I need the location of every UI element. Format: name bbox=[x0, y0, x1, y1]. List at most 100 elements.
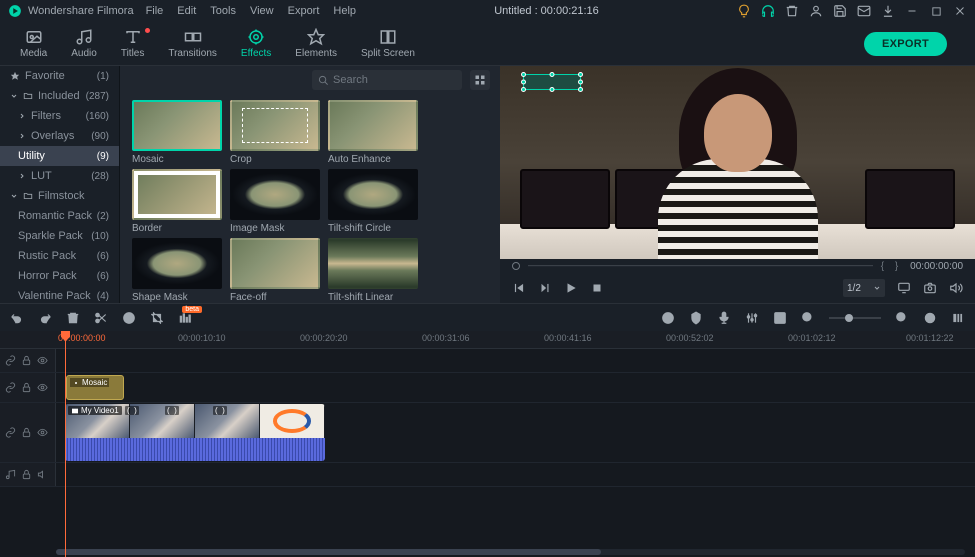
display-icon[interactable] bbox=[897, 281, 911, 295]
hint-icon[interactable] bbox=[737, 4, 751, 18]
menu-tools[interactable]: Tools bbox=[210, 5, 236, 17]
clip-video[interactable]: My Video1 ( )( )( ) bbox=[65, 404, 325, 461]
track-overlay-2[interactable] bbox=[0, 349, 975, 373]
play-in-icon[interactable] bbox=[538, 281, 552, 295]
tab-effects[interactable]: Effects bbox=[229, 28, 283, 59]
speed-icon[interactable] bbox=[122, 311, 136, 325]
maximize-icon[interactable] bbox=[929, 4, 943, 18]
record-vo-icon[interactable] bbox=[717, 311, 731, 325]
eye-icon[interactable] bbox=[37, 355, 48, 366]
menu-export[interactable]: Export bbox=[288, 5, 320, 17]
manage-tracks-icon[interactable] bbox=[951, 311, 965, 325]
minimize-icon[interactable] bbox=[905, 4, 919, 18]
mosaic-overlay[interactable] bbox=[523, 74, 581, 90]
download-icon[interactable] bbox=[881, 4, 895, 18]
tab-media[interactable]: Media bbox=[8, 28, 59, 59]
mail-icon[interactable] bbox=[857, 4, 871, 18]
effect-crop[interactable]: Crop bbox=[230, 100, 322, 165]
sidebar-item-lut[interactable]: LUT(28) bbox=[0, 166, 119, 186]
sidebar-item-overlays[interactable]: Overlays(90) bbox=[0, 126, 119, 146]
tab-transitions[interactable]: Transitions bbox=[156, 28, 229, 59]
scrub-track[interactable] bbox=[528, 265, 873, 267]
sidebar-item-rustic[interactable]: Rustic Pack(6) bbox=[0, 246, 119, 266]
sidebar-item-sparkle[interactable]: Sparkle Pack(10) bbox=[0, 226, 119, 246]
timeline-ruler[interactable]: 00:00:00:00 00:00:10:10 00:00:20:20 00:0… bbox=[0, 331, 975, 349]
view-grid-button[interactable] bbox=[470, 70, 490, 90]
tab-titles[interactable]: Titles bbox=[109, 28, 157, 59]
zoom-slider[interactable] bbox=[829, 317, 881, 319]
trash-icon[interactable] bbox=[785, 4, 799, 18]
add-track-icon[interactable] bbox=[773, 311, 787, 325]
search-input[interactable]: Search bbox=[312, 70, 462, 90]
undo-icon[interactable] bbox=[10, 311, 24, 325]
menu-file[interactable]: File bbox=[146, 5, 164, 17]
preview-scrub-bar[interactable]: { } 00:00:00:00 bbox=[500, 259, 975, 273]
tab-elements[interactable]: Elements bbox=[283, 28, 349, 59]
playhead[interactable] bbox=[65, 331, 66, 557]
link-icon[interactable] bbox=[5, 382, 16, 393]
lock-icon[interactable] bbox=[21, 469, 32, 480]
tab-audio[interactable]: Audio bbox=[59, 28, 109, 59]
menu-view[interactable]: View bbox=[250, 5, 274, 17]
snapshot-icon[interactable] bbox=[923, 281, 937, 295]
sidebar-item-romantic[interactable]: Romantic Pack(2) bbox=[0, 206, 119, 226]
link-icon[interactable] bbox=[5, 427, 16, 438]
effect-mosaic[interactable]: Mosaic bbox=[132, 100, 224, 165]
scrub-handle[interactable] bbox=[512, 262, 520, 270]
user-icon[interactable] bbox=[809, 4, 823, 18]
save-icon[interactable] bbox=[833, 4, 847, 18]
mute-icon[interactable] bbox=[37, 469, 48, 480]
split-clip-icon[interactable] bbox=[94, 311, 108, 325]
eye-icon[interactable] bbox=[37, 427, 48, 438]
track-audio[interactable] bbox=[0, 463, 975, 487]
headset-icon[interactable] bbox=[761, 4, 775, 18]
marker-icon[interactable] bbox=[689, 311, 703, 325]
zoom-in-icon[interactable] bbox=[895, 311, 909, 325]
lock-icon[interactable] bbox=[21, 427, 32, 438]
music-icon[interactable] bbox=[5, 469, 16, 480]
in-out-braces[interactable]: { } bbox=[881, 261, 902, 272]
clip-mosaic[interactable]: Mosaic bbox=[66, 375, 124, 400]
prev-frame-icon[interactable] bbox=[512, 281, 526, 295]
effect-auto-enhance[interactable]: Auto Enhance bbox=[328, 100, 420, 165]
play-icon[interactable] bbox=[564, 281, 578, 295]
link-icon[interactable] bbox=[5, 355, 16, 366]
sidebar-item-included[interactable]: Included(287) bbox=[0, 86, 119, 106]
export-button[interactable]: EXPORT bbox=[864, 32, 947, 56]
lock-icon[interactable] bbox=[21, 382, 32, 393]
effect-tilt-linear[interactable]: Tilt-shift Linear bbox=[328, 238, 420, 303]
close-icon[interactable] bbox=[953, 4, 967, 18]
effect-border[interactable]: Border bbox=[132, 169, 224, 234]
sidebar-item-horror[interactable]: Horror Pack(6) bbox=[0, 266, 119, 286]
tab-split-screen[interactable]: Split Screen bbox=[349, 28, 427, 59]
effect-shape-mask[interactable]: Shape Mask bbox=[132, 238, 224, 303]
delete-icon[interactable] bbox=[66, 311, 80, 325]
sidebar-item-filmstock[interactable]: Filmstock bbox=[0, 186, 119, 206]
effect-image-mask[interactable]: Image Mask bbox=[230, 169, 322, 234]
effect-tilt-circle[interactable]: Tilt-shift Circle bbox=[328, 169, 420, 234]
render-icon[interactable] bbox=[661, 311, 675, 325]
lock-icon[interactable] bbox=[21, 355, 32, 366]
preview-viewport[interactable] bbox=[500, 66, 975, 259]
eye-icon[interactable] bbox=[37, 382, 48, 393]
volume-icon[interactable] bbox=[949, 281, 963, 295]
mixer-icon[interactable] bbox=[745, 311, 759, 325]
menu-edit[interactable]: Edit bbox=[177, 5, 196, 17]
crop-tool-icon[interactable] bbox=[150, 311, 164, 325]
timeline-scrollbar[interactable] bbox=[56, 549, 965, 555]
sidebar-item-utility[interactable]: Utility(9) bbox=[0, 146, 119, 166]
zoom-fit-icon[interactable] bbox=[923, 311, 937, 325]
sidebar-item-favorite[interactable]: Favorite(1) bbox=[0, 66, 119, 86]
effect-face-off[interactable]: Face-off bbox=[230, 238, 322, 303]
markers-icon[interactable] bbox=[178, 311, 192, 325]
track-overlay-1[interactable]: Mosaic bbox=[0, 373, 975, 403]
menu-help[interactable]: Help bbox=[333, 5, 356, 17]
sidebar-item-filters[interactable]: Filters(160) bbox=[0, 106, 119, 126]
sidebar-item-valentine[interactable]: Valentine Pack(4) bbox=[0, 286, 119, 303]
stop-icon[interactable] bbox=[590, 281, 604, 295]
audio-icon bbox=[75, 28, 93, 46]
preview-scale-select[interactable]: 1/2 bbox=[843, 279, 885, 297]
zoom-out-icon[interactable] bbox=[801, 311, 815, 325]
track-video[interactable]: My Video1 ( )( )( ) bbox=[0, 403, 975, 463]
redo-icon[interactable] bbox=[38, 311, 52, 325]
